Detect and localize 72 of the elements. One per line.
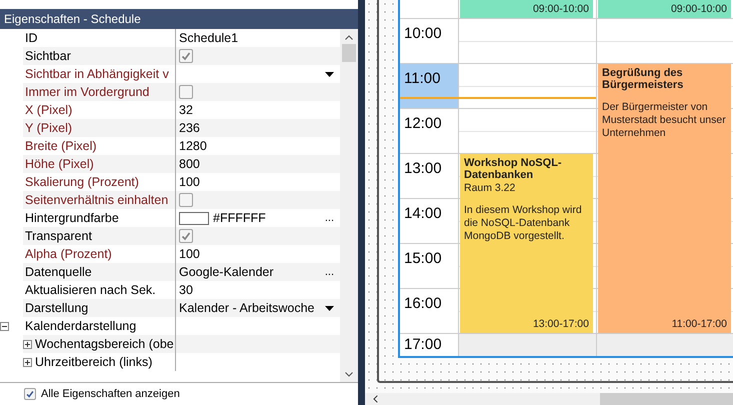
- ellipsis-button[interactable]: ...: [324, 266, 334, 278]
- expand-icon[interactable]: [23, 340, 32, 348]
- calendar-event[interactable]: Workshop NoSQL-Datenbanken Raum 3.22 In diesem Workshop wird die NoSQL-Datenbank MongoDB vorgestellt. 13:00-17:00: [460, 154, 593, 333]
- property-label: Wochentagsbereich (obe: [35, 337, 174, 351]
- property-label: ID: [25, 31, 38, 45]
- horizontal-scrollbar[interactable]: [365, 393, 733, 405]
- caret-icon[interactable]: [325, 72, 334, 76]
- dropdown-value[interactable]: Kalender - Arbeitswoche: [179, 301, 314, 315]
- calendar-event[interactable]: 09:00-10:00: [460, 0, 593, 18]
- checkbox[interactable]: [24, 388, 36, 400]
- color-value[interactable]: #FFFFFF: [213, 211, 266, 225]
- expand-icon[interactable]: [23, 358, 32, 366]
- hour-label: 13:00: [404, 160, 442, 177]
- property-label: Hintergrundfarbe: [25, 211, 119, 225]
- caret-icon[interactable]: [325, 306, 334, 310]
- property-value[interactable]: 800: [179, 157, 200, 171]
- hour-label: 12:00: [404, 115, 442, 132]
- property-label: Alpha (Prozent): [25, 247, 112, 261]
- property-label: Y (Pixel): [25, 121, 72, 135]
- scroll-thumb[interactable]: [342, 44, 356, 62]
- property-label: Datenquelle: [25, 265, 92, 279]
- property-value[interactable]: 30: [179, 283, 193, 297]
- collapse-icon[interactable]: [0, 322, 9, 330]
- checkbox-label[interactable]: Alle Eigenschaften anzeigen: [41, 388, 180, 400]
- property-value[interactable]: 32: [179, 103, 193, 117]
- hour-label: 15:00: [404, 250, 442, 267]
- property-value[interactable]: 236: [179, 121, 200, 135]
- property-label: Transparent: [25, 229, 92, 243]
- hour-label: 16:00: [404, 295, 442, 312]
- color-swatch[interactable]: [179, 212, 209, 224]
- checkbox[interactable]: [179, 49, 193, 63]
- property-label: Aktualisieren nach Sek.: [25, 283, 156, 297]
- property-value[interactable]: 1280: [179, 139, 207, 153]
- property-value[interactable]: 100: [179, 175, 200, 189]
- calendar-event[interactable]: Begrüßung des Bürgermeisters Der Bürgermeister von Musterstadt besucht unser Unternehmen 11:00-17:00: [598, 64, 731, 333]
- property-label: Darstellung: [25, 301, 88, 315]
- calendar-event[interactable]: 09:00-10:00: [598, 0, 731, 18]
- panel-title: Eigenschaften - Schedule: [0, 9, 358, 29]
- property-label: Uhrzeitbereich (links): [35, 355, 152, 369]
- scroll-down-icon[interactable]: [345, 372, 353, 377]
- property-label: Höhe (Pixel): [25, 157, 94, 171]
- event-description: In diesem Workshop wird die NoSQL-Datenbank MongoDB vorgestellt.: [464, 204, 583, 243]
- event-description: Der Bürgermeister von Musterstadt besucht unser Unternehmen: [602, 101, 727, 140]
- event-location: Raum 3.22: [464, 182, 516, 194]
- property-label: Seitenverhältnis einhalten: [25, 193, 168, 207]
- event-title: Workshop NoSQL-Datenbanken: [464, 157, 563, 181]
- property-label: Breite (Pixel): [25, 139, 97, 153]
- property-value[interactable]: Google-Kalender: [179, 265, 274, 279]
- event-time: 13:00-17:00: [532, 318, 589, 330]
- checkbox[interactable]: [179, 85, 193, 99]
- checkbox[interactable]: [179, 229, 193, 243]
- property-label: Sichtbar: [25, 49, 71, 63]
- checkbox[interactable]: [179, 193, 193, 207]
- hour-label: 10:00: [404, 25, 442, 42]
- property-label: Immer im Vordergrund: [25, 85, 150, 99]
- property-label: X (Pixel): [25, 103, 72, 117]
- property-label: Kalenderdarstellung: [25, 319, 136, 333]
- ellipsis-button[interactable]: ...: [324, 212, 334, 224]
- scroll-up-icon[interactable]: [345, 35, 353, 40]
- hour-label: 11:00: [404, 70, 440, 87]
- property-value[interactable]: 100: [179, 247, 200, 261]
- property-label: Sichtbar in Abhängigkeit v: [25, 67, 169, 81]
- event-time: 11:00-17:00: [670, 318, 727, 330]
- property-label: Skalierung (Prozent): [25, 175, 139, 189]
- vertical-scrollbar[interactable]: [340, 29, 358, 382]
- hour-label: 14:00: [404, 205, 442, 222]
- event-title: Begrüßung des Bürgermeisters: [602, 67, 684, 91]
- event-time: 09:00-10:00: [670, 3, 727, 15]
- scroll-left-icon[interactable]: [373, 395, 378, 403]
- hour-label: 17:00: [404, 336, 442, 353]
- event-time: 09:00-10:00: [532, 3, 589, 15]
- property-value[interactable]: Schedule1: [179, 31, 238, 45]
